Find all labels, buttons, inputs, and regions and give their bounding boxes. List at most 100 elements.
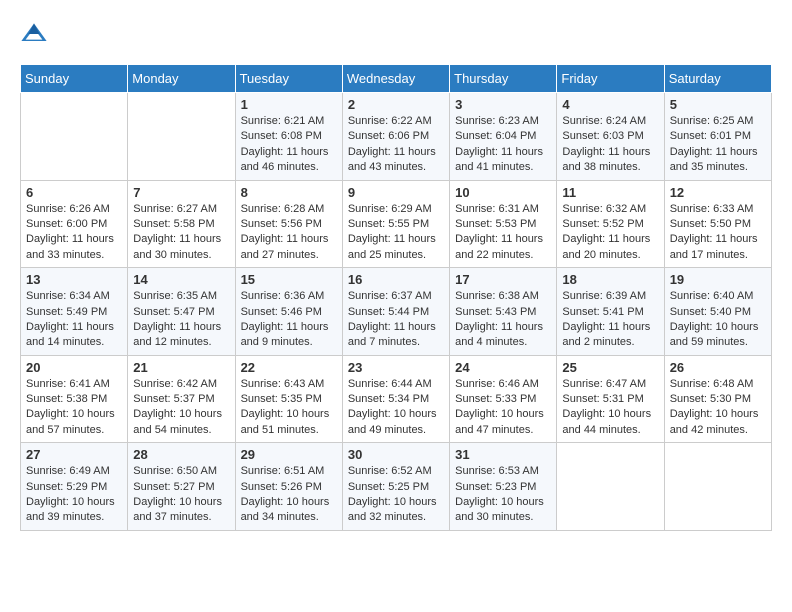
calendar-cell: 16 Sunrise: 6:37 AMSunset: 5:44 PMDayligh… [342, 268, 449, 356]
calendar-cell: 12 Sunrise: 6:33 AMSunset: 5:50 PMDayligh… [664, 180, 771, 268]
calendar-cell: 4 Sunrise: 6:24 AMSunset: 6:03 PMDaylight… [557, 93, 664, 181]
day-info: Sunrise: 6:22 AMSunset: 6:06 PMDaylight:… [348, 114, 444, 176]
weekday-header: Thursday [450, 65, 557, 93]
calendar-cell: 31Sunrise: 6:53 AMSunset: 5:23 PMDayligh… [450, 443, 557, 531]
calendar-cell: 11 Sunrise: 6:32 AMSunset: 5:52 PMDayligh… [557, 180, 664, 268]
day-info: Sunrise: 6:48 AMSunset: 5:30 PMDaylight:… [670, 377, 766, 439]
day-number: 2 [348, 97, 444, 112]
day-number: 10 [455, 185, 551, 200]
day-number: 1 [241, 97, 337, 112]
calendar-cell: 8 Sunrise: 6:28 AMSunset: 5:56 PMDaylight… [235, 180, 342, 268]
calendar-cell: 18 Sunrise: 6:39 AMSunset: 5:41 PMDayligh… [557, 268, 664, 356]
calendar-cell: 7Sunrise: 6:27 AMSunset: 5:58 PMDaylight… [128, 180, 235, 268]
day-info: Sunrise: 6:49 AMSunset: 5:29 PMDaylight:… [26, 464, 122, 526]
calendar-cell: 17 Sunrise: 6:38 AMSunset: 5:43 PMDayligh… [450, 268, 557, 356]
day-number: 19 [670, 272, 766, 287]
weekday-header: Tuesday [235, 65, 342, 93]
day-number: 8 [241, 185, 337, 200]
day-info: Sunrise: 6:34 AMSunset: 5:49 PMDaylight:… [26, 289, 122, 351]
day-number: 27 [26, 447, 122, 462]
calendar-cell: 28 Sunrise: 6:50 AMSunset: 5:27 PMDayligh… [128, 443, 235, 531]
day-info: Sunrise: 6:42 AMSunset: 5:37 PMDaylight:… [133, 377, 229, 439]
day-number: 30 [348, 447, 444, 462]
calendar-cell: 21 Sunrise: 6:42 AMSunset: 5:37 PMDayligh… [128, 355, 235, 443]
day-info: Sunrise: 6:27 AMSunset: 5:58 PMDaylight:… [133, 202, 229, 264]
day-info: Sunrise: 6:40 AMSunset: 5:40 PMDaylight:… [670, 289, 766, 351]
calendar-week-row: 1Sunrise: 6:21 AMSunset: 6:08 PMDaylight… [21, 93, 772, 181]
day-number: 17 [455, 272, 551, 287]
calendar-cell: 9 Sunrise: 6:29 AMSunset: 5:55 PMDaylight… [342, 180, 449, 268]
calendar-cell: 23 Sunrise: 6:44 AMSunset: 5:34 PMDayligh… [342, 355, 449, 443]
calendar-cell [664, 443, 771, 531]
calendar-table: SundayMondayTuesdayWednesdayThursdayFrid… [20, 64, 772, 531]
calendar-cell: 24Sunrise: 6:46 AMSunset: 5:33 PMDayligh… [450, 355, 557, 443]
day-number: 21 [133, 360, 229, 375]
day-number: 29 [241, 447, 337, 462]
day-info: Sunrise: 6:47 AMSunset: 5:31 PMDaylight:… [562, 377, 658, 439]
day-info: Sunrise: 6:25 AMSunset: 6:01 PMDaylight:… [670, 114, 766, 176]
calendar-cell: 30Sunrise: 6:52 AMSunset: 5:25 PMDayligh… [342, 443, 449, 531]
day-number: 12 [670, 185, 766, 200]
day-number: 28 [133, 447, 229, 462]
day-info: Sunrise: 6:32 AMSunset: 5:52 PMDaylight:… [562, 202, 658, 264]
calendar-week-row: 20 Sunrise: 6:41 AMSunset: 5:38 PMDayligh… [21, 355, 772, 443]
calendar-cell: 13 Sunrise: 6:34 AMSunset: 5:49 PMDayligh… [21, 268, 128, 356]
day-number: 9 [348, 185, 444, 200]
day-number: 16 [348, 272, 444, 287]
calendar-header-row: SundayMondayTuesdayWednesdayThursdayFrid… [21, 65, 772, 93]
calendar-week-row: 6Sunrise: 6:26 AMSunset: 6:00 PMDaylight… [21, 180, 772, 268]
logo [20, 20, 52, 48]
calendar-cell: 10 Sunrise: 6:31 AMSunset: 5:53 PMDayligh… [450, 180, 557, 268]
calendar-cell [21, 93, 128, 181]
day-info: Sunrise: 6:33 AMSunset: 5:50 PMDaylight:… [670, 202, 766, 264]
day-info: Sunrise: 6:51 AMSunset: 5:26 PMDaylight:… [241, 464, 337, 526]
day-number: 15 [241, 272, 337, 287]
day-info: Sunrise: 6:44 AMSunset: 5:34 PMDaylight:… [348, 377, 444, 439]
day-info: Sunrise: 6:29 AMSunset: 5:55 PMDaylight:… [348, 202, 444, 264]
day-info: Sunrise: 6:28 AMSunset: 5:56 PMDaylight:… [241, 202, 337, 264]
page-header [20, 20, 772, 48]
calendar-cell: 5 Sunrise: 6:25 AMSunset: 6:01 PMDaylight… [664, 93, 771, 181]
calendar-cell: 15 Sunrise: 6:36 AMSunset: 5:46 PMDayligh… [235, 268, 342, 356]
day-number: 22 [241, 360, 337, 375]
day-number: 20 [26, 360, 122, 375]
day-info: Sunrise: 6:31 AMSunset: 5:53 PMDaylight:… [455, 202, 551, 264]
weekday-header: Friday [557, 65, 664, 93]
day-info: Sunrise: 6:24 AMSunset: 6:03 PMDaylight:… [562, 114, 658, 176]
weekday-header: Sunday [21, 65, 128, 93]
day-number: 4 [562, 97, 658, 112]
day-number: 11 [562, 185, 658, 200]
calendar-cell: 6Sunrise: 6:26 AMSunset: 6:00 PMDaylight… [21, 180, 128, 268]
calendar-cell: 1Sunrise: 6:21 AMSunset: 6:08 PMDaylight… [235, 93, 342, 181]
day-info: Sunrise: 6:53 AMSunset: 5:23 PMDaylight:… [455, 464, 551, 526]
weekday-header: Saturday [664, 65, 771, 93]
weekday-header: Wednesday [342, 65, 449, 93]
day-number: 23 [348, 360, 444, 375]
day-number: 5 [670, 97, 766, 112]
day-info: Sunrise: 6:23 AMSunset: 6:04 PMDaylight:… [455, 114, 551, 176]
day-number: 13 [26, 272, 122, 287]
calendar-cell: 25 Sunrise: 6:47 AMSunset: 5:31 PMDayligh… [557, 355, 664, 443]
calendar-cell [557, 443, 664, 531]
day-number: 18 [562, 272, 658, 287]
day-info: Sunrise: 6:38 AMSunset: 5:43 PMDaylight:… [455, 289, 551, 351]
day-info: Sunrise: 6:43 AMSunset: 5:35 PMDaylight:… [241, 377, 337, 439]
day-info: Sunrise: 6:37 AMSunset: 5:44 PMDaylight:… [348, 289, 444, 351]
day-info: Sunrise: 6:41 AMSunset: 5:38 PMDaylight:… [26, 377, 122, 439]
day-info: Sunrise: 6:50 AMSunset: 5:27 PMDaylight:… [133, 464, 229, 526]
logo-icon [20, 20, 48, 48]
day-info: Sunrise: 6:35 AMSunset: 5:47 PMDaylight:… [133, 289, 229, 351]
day-number: 25 [562, 360, 658, 375]
day-info: Sunrise: 6:26 AMSunset: 6:00 PMDaylight:… [26, 202, 122, 264]
day-number: 26 [670, 360, 766, 375]
calendar-cell: 2 Sunrise: 6:22 AMSunset: 6:06 PMDaylight… [342, 93, 449, 181]
calendar-cell: 20 Sunrise: 6:41 AMSunset: 5:38 PMDayligh… [21, 355, 128, 443]
day-info: Sunrise: 6:39 AMSunset: 5:41 PMDaylight:… [562, 289, 658, 351]
calendar-cell: 14Sunrise: 6:35 AMSunset: 5:47 PMDayligh… [128, 268, 235, 356]
calendar-cell: 27 Sunrise: 6:49 AMSunset: 5:29 PMDayligh… [21, 443, 128, 531]
calendar-cell: 3 Sunrise: 6:23 AMSunset: 6:04 PMDaylight… [450, 93, 557, 181]
day-info: Sunrise: 6:36 AMSunset: 5:46 PMDaylight:… [241, 289, 337, 351]
calendar-cell: 29 Sunrise: 6:51 AMSunset: 5:26 PMDayligh… [235, 443, 342, 531]
day-number: 24 [455, 360, 551, 375]
day-number: 3 [455, 97, 551, 112]
